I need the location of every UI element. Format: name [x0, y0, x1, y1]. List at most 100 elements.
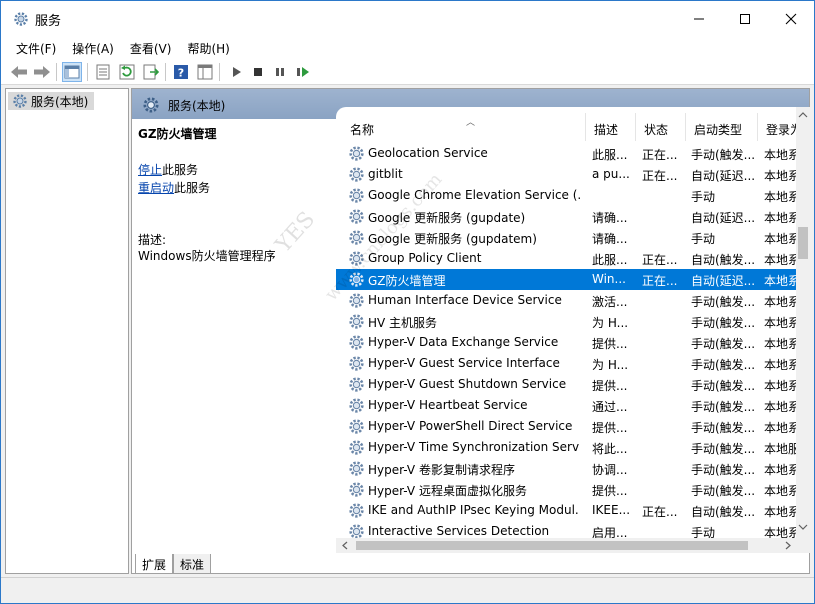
table-row[interactable]: Hyper-V Guest Service Interface 为 H... 手动(… — [336, 353, 796, 374]
service-name: HV 主机服务 — [368, 316, 438, 330]
table-row[interactable]: Hyper-V PowerShell Direct Service 提供... 手动… — [336, 416, 796, 437]
refresh-button[interactable] — [117, 62, 137, 82]
service-description: 请确... — [592, 232, 628, 246]
gear-icon — [349, 461, 364, 476]
start-service-button[interactable] — [226, 62, 246, 82]
gear-icon — [349, 209, 364, 224]
sort-ascending-icon: ︿ — [466, 118, 476, 128]
column-header-name[interactable]: 名称 ︿ — [342, 113, 586, 141]
scroll-right-icon — [785, 541, 791, 550]
service-logon: 本地系 — [764, 169, 796, 183]
forward-button[interactable] — [32, 62, 52, 82]
service-startup-type: 手动(触发... — [691, 358, 756, 372]
service-description: 提供... — [592, 484, 628, 498]
column-header-startup-type[interactable]: 启动类型 — [686, 113, 758, 141]
back-button[interactable] — [9, 62, 29, 82]
table-row[interactable]: Hyper-V Heartbeat Service 通过... 手动(触发... 本地… — [336, 395, 796, 416]
menu-view[interactable]: 查看(V) — [122, 37, 180, 59]
service-logon: 本地系 — [764, 421, 796, 435]
stop-service-button[interactable] — [248, 62, 268, 82]
gear-icon — [349, 482, 364, 497]
view-button[interactable] — [195, 62, 215, 82]
service-status: 正在... — [642, 274, 678, 288]
horizontal-scrollbar[interactable] — [336, 538, 796, 553]
tab-extended[interactable]: 扩展 — [135, 554, 174, 574]
gear-icon — [13, 94, 27, 108]
maximize-icon — [740, 14, 750, 24]
menu-file[interactable]: 文件(F) — [8, 37, 64, 59]
svg-text:?: ? — [178, 67, 184, 80]
service-name: Human Interface Device Service — [368, 293, 562, 307]
service-logon: 本地系 — [764, 148, 796, 162]
minimize-button[interactable] — [676, 1, 722, 37]
restart-service-button[interactable] — [293, 62, 313, 82]
service-name: Hyper-V PowerShell Direct Service — [368, 419, 573, 433]
service-startup-type: 手动(触发... — [691, 295, 756, 309]
table-row[interactable]: Group Policy Client 此服... 正在... 自动(触发... 本地系 — [336, 248, 796, 269]
close-button[interactable] — [768, 1, 814, 37]
service-logon: 本地系 — [764, 400, 796, 414]
pause-service-button[interactable] — [270, 62, 290, 82]
tree-item-label: 服务(本地) — [31, 94, 89, 109]
service-description: 提供... — [592, 421, 628, 435]
column-header-logon[interactable]: 登录为 — [758, 113, 798, 141]
table-row[interactable]: Human Interface Device Service 激活... 手动(触发… — [336, 290, 796, 311]
table-row[interactable]: gitblit a pu... 正在... 自动(延迟... 本地系 — [336, 164, 796, 185]
panel-icon — [197, 64, 213, 80]
pause-icon — [276, 68, 284, 76]
table-row[interactable]: Google Chrome Elevation Service (... 手动 本地… — [336, 185, 796, 206]
title-bar: 服务 — [1, 1, 814, 37]
service-logon: 本地系 — [764, 358, 796, 372]
tree-item-services-local[interactable]: 服务(本地) — [8, 92, 94, 110]
restart-icon — [297, 67, 309, 77]
tab-standard[interactable]: 标准 — [173, 554, 212, 574]
table-row[interactable]: Hyper-V Time Synchronization Servi... 将此.… — [336, 437, 796, 458]
table-row[interactable]: Hyper-V Data Exchange Service 提供... 手动(触发.… — [336, 332, 796, 353]
table-row[interactable]: IKE and AuthIP IPsec Keying Modul... IKEE… — [336, 500, 796, 521]
help-icon: ? — [174, 65, 188, 80]
vertical-scroll-thumb[interactable] — [798, 227, 808, 259]
column-header-status[interactable]: 状态 — [636, 113, 686, 141]
export-list-button[interactable] — [141, 62, 161, 82]
table-row[interactable]: Hyper-V 卷影复制请求程序 协调... 手动(触发... 本地系 — [336, 458, 796, 479]
scroll-left-icon — [342, 541, 348, 550]
close-icon — [785, 13, 797, 25]
service-description: Win... — [592, 272, 626, 286]
help-button[interactable]: ? — [171, 62, 191, 82]
table-row[interactable]: Google 更新服务 (gupdate) 请确... 自动(延迟... 本地系 — [336, 206, 796, 227]
table-row[interactable]: Google 更新服务 (gupdatem) 请确... 手动 本地系 — [336, 227, 796, 248]
window-title: 服务 — [35, 14, 62, 29]
service-description: a pu... — [592, 167, 630, 181]
show-hide-console-tree-button[interactable] — [62, 62, 82, 82]
column-header-description[interactable]: 描述 — [586, 113, 636, 141]
service-name: Google Chrome Elevation Service (... — [368, 188, 580, 202]
menu-help[interactable]: 帮助(H) — [179, 37, 237, 59]
service-startup-type: 自动(触发... — [691, 505, 756, 519]
service-startup-type: 手动(触发... — [691, 463, 756, 477]
stop-service-link[interactable]: 停止 — [138, 163, 162, 177]
service-logon: 本地系 — [764, 337, 796, 351]
service-name: Hyper-V 远程桌面虚拟化服务 — [368, 484, 527, 498]
service-startup-type: 自动(延迟... — [691, 274, 756, 288]
service-status: 正在... — [642, 169, 678, 183]
horizontal-scroll-thumb[interactable] — [356, 541, 748, 550]
service-logon: 本地系 — [764, 379, 796, 393]
table-row[interactable]: GZ防火墙管理 Win... 正在... 自动(延迟... 本地系 — [336, 269, 796, 290]
properties-button[interactable] — [93, 62, 113, 82]
table-row[interactable]: Geolocation Service 此服... 正在... 手动(触发... 本地系 — [336, 143, 796, 164]
maximize-button[interactable] — [722, 1, 768, 37]
menu-action[interactable]: 操作(A) — [64, 37, 122, 59]
service-startup-type: 手动(触发... — [691, 484, 756, 498]
table-row[interactable]: Hyper-V Guest Shutdown Service 提供... 手动(触发… — [336, 374, 796, 395]
refresh-icon — [119, 64, 135, 80]
restart-service-link[interactable]: 重启动 — [138, 181, 174, 195]
services-window: 服务 文件(F) 操作(A) 查看(V) 帮助(H) ? 服务(本地) 服务(本… — [0, 0, 815, 604]
gear-icon — [349, 146, 364, 161]
minimize-icon — [694, 18, 704, 20]
service-logon: 本地系 — [764, 463, 796, 477]
service-description: 此服... — [592, 253, 628, 267]
vertical-scrollbar[interactable] — [796, 107, 810, 553]
table-row[interactable]: HV 主机服务 为 H... 手动(触发... 本地系 — [336, 311, 796, 332]
service-startup-type: 手动(触发... — [691, 316, 756, 330]
table-row[interactable]: Hyper-V 远程桌面虚拟化服务 提供... 手动(触发... 本地系 — [336, 479, 796, 500]
